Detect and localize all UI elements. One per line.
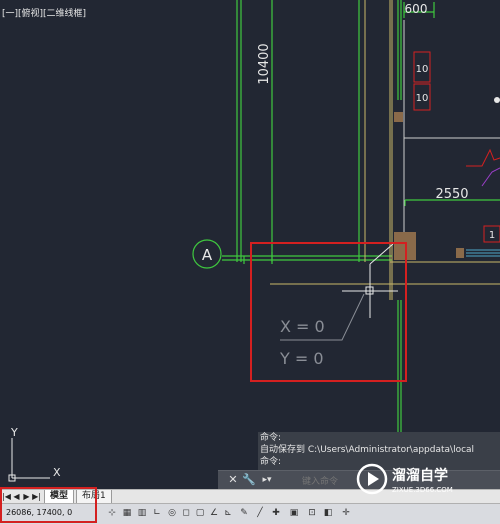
object-tracking-icon[interactable]: ∠ (208, 507, 220, 520)
command-history-line: 命令: (260, 433, 282, 443)
last-tab-icon[interactable]: ▶| (32, 491, 41, 502)
dim-10400: 10400 (257, 43, 272, 84)
ucs-icon: Y X (8, 426, 61, 482)
infer-constraints-icon[interactable]: ⊹ (106, 507, 118, 520)
grid-icon[interactable]: ▥ (136, 507, 148, 520)
purple-line (481, 167, 500, 187)
column-small (456, 248, 464, 258)
dim-2550: 2550 (435, 187, 468, 202)
tab-model[interactable]: 模型 (44, 490, 75, 504)
ortho-icon[interactable]: ∟ (151, 507, 163, 520)
watermark: 溜溜自学 ZIXUE.3D66.COM (356, 463, 453, 495)
coordinate-readout: 26086, 17400, 0 (6, 508, 73, 517)
snap-icon[interactable]: ▦ (121, 507, 133, 520)
tag-1-right: 1 (483, 225, 500, 243)
svg-text:溜溜自学: 溜溜自学 (392, 467, 448, 484)
column-block (394, 112, 403, 122)
selection-cycling-icon[interactable]: ▣ (288, 507, 300, 520)
dynamic-input-icon[interactable]: ✎ (238, 507, 250, 520)
yellow-wall-lines (270, 0, 500, 300)
svg-text:Y = 0: Y = 0 (279, 349, 324, 368)
tab-layout1[interactable]: 布局1 (76, 490, 112, 504)
lineweight-icon[interactable]: ╱ (254, 507, 266, 520)
cyan-stair-lines (466, 249, 500, 257)
3d-snap-icon[interactable]: ▢ (194, 507, 206, 520)
next-tab-icon[interactable]: ▶ (22, 491, 31, 502)
close-icon[interactable]: ✕ (226, 473, 240, 487)
ucs-toggle-icon[interactable]: ⊾ (222, 507, 234, 520)
white-dot (494, 97, 500, 103)
quick-properties-icon[interactable]: ◧ (322, 507, 334, 520)
tag-10-lower: 10 (413, 83, 431, 111)
svg-text:A: A (202, 246, 213, 264)
prev-tab-icon[interactable]: ◀ (12, 491, 21, 502)
plus-icon[interactable]: ✛ (340, 507, 352, 520)
svg-text:X = 0: X = 0 (280, 317, 325, 336)
coordinate-tooltip: X = 0 Y = 0 (279, 293, 365, 368)
status-bar: 26086, 17400, 0 ⊹ ▦ ▥ ∟ ◎ ◻ ▢ ∠ ⊾ ✎ ╱ ✚ … (0, 503, 500, 524)
svg-text:Y: Y (10, 426, 18, 439)
object-snap-icon[interactable]: ◻ (180, 507, 192, 520)
wrench-icon[interactable]: 🔧 (242, 473, 256, 487)
tag-10-upper: 10 (413, 51, 431, 83)
axis-bubble-a: A (192, 239, 222, 269)
transparency-icon[interactable]: ✚ (270, 507, 282, 520)
annotation-monitor-icon[interactable]: ⊡ (306, 507, 318, 520)
svg-text:X: X (53, 466, 61, 479)
viewport-controls-label[interactable]: [一][俯视][二维线框] (2, 6, 86, 19)
white-wall-lines (403, 20, 500, 250)
svg-text:10: 10 (416, 93, 429, 104)
dim-600: 600 (405, 2, 428, 16)
break-line (466, 148, 500, 167)
recent-commands-icon[interactable]: ▸▾ (260, 473, 274, 487)
svg-text:ZIXUE.3D66.COM: ZIXUE.3D66.COM (392, 486, 453, 494)
column-corner (394, 232, 416, 260)
autosave-message: 自动保存到 C:\Users\Administrator\appdata\loc… (260, 445, 475, 455)
first-tab-icon[interactable]: |◀ (2, 491, 11, 502)
svg-text:1: 1 (489, 230, 495, 241)
svg-text:10: 10 (416, 64, 429, 75)
polar-icon[interactable]: ◎ (166, 507, 178, 520)
